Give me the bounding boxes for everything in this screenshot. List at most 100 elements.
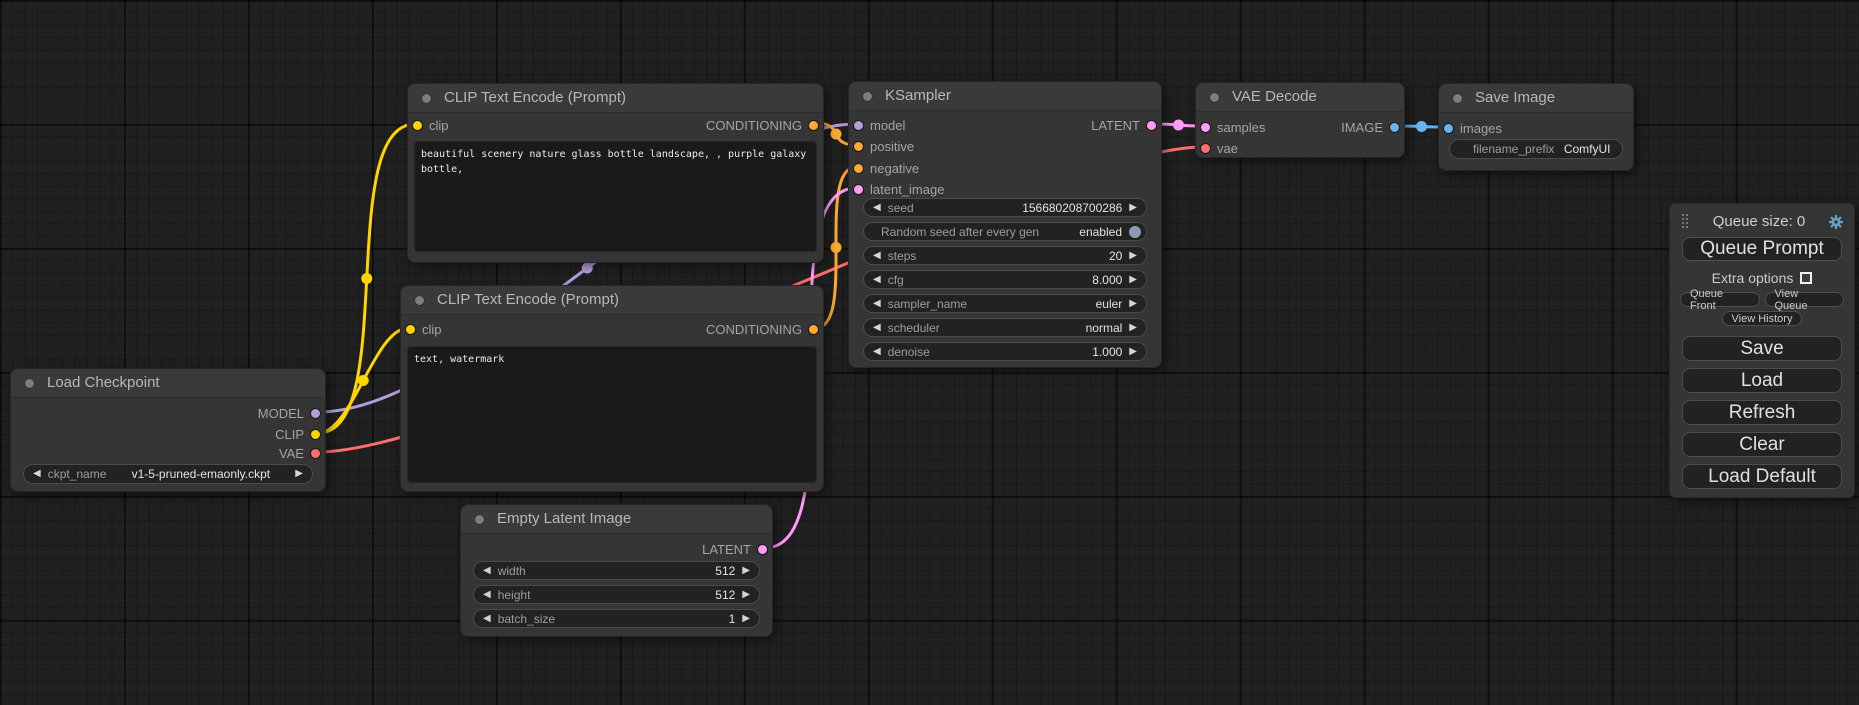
- clip-port-dot[interactable]: [405, 324, 416, 335]
- conditioning-port-dot[interactable]: [853, 163, 864, 174]
- load-button[interactable]: Load: [1682, 368, 1842, 393]
- widget-denoise[interactable]: ◀ denoise 1.000 ▶: [863, 342, 1147, 361]
- node-clip-text-encode-positive[interactable]: CLIP Text Encode (Prompt) clip CONDITION…: [407, 83, 824, 263]
- port-label: images: [1460, 121, 1502, 136]
- decrement-arrow-icon[interactable]: ◀: [873, 299, 881, 309]
- node-empty-latent-image[interactable]: Empty Latent Image LATENT ◀ width 512 ▶ …: [460, 504, 773, 637]
- vae-port-dot[interactable]: [310, 448, 321, 459]
- input-port-model[interactable]: model: [853, 117, 905, 133]
- widget-height[interactable]: ◀ height 512 ▶: [473, 585, 760, 604]
- image-port-dot[interactable]: [1389, 122, 1400, 133]
- widget-steps[interactable]: ◀ steps 20 ▶: [863, 246, 1147, 265]
- queue-menu-panel: Queue size: 0 Queue Prompt Extra options…: [1669, 203, 1855, 498]
- input-port-samples[interactable]: samples: [1200, 119, 1265, 135]
- increment-arrow-icon[interactable]: ▶: [1129, 299, 1137, 309]
- clip-port-dot[interactable]: [310, 429, 321, 440]
- decrement-arrow-icon[interactable]: ◀: [483, 590, 491, 600]
- clear-button[interactable]: Clear: [1682, 432, 1842, 457]
- widget-sampler-name[interactable]: ◀ sampler_name euler ▶: [863, 294, 1147, 313]
- input-port-positive[interactable]: positive: [853, 138, 914, 154]
- output-port-conditioning[interactable]: CONDITIONING: [706, 321, 819, 337]
- decrement-arrow-icon[interactable]: ◀: [873, 347, 881, 357]
- output-port-vae[interactable]: VAE: [279, 445, 321, 461]
- widget-filename-prefix[interactable]: filename_prefix ComfyUI: [1449, 139, 1623, 159]
- node-save-image[interactable]: Save Image images filename_prefix ComfyU…: [1438, 83, 1634, 171]
- latent-port-dot[interactable]: [853, 184, 864, 195]
- model-port-dot[interactable]: [310, 408, 321, 419]
- increment-arrow-icon[interactable]: ▶: [295, 469, 303, 479]
- queue-front-button[interactable]: Queue Front: [1680, 292, 1760, 307]
- decrement-arrow-icon[interactable]: ◀: [873, 203, 881, 213]
- prompt-textarea[interactable]: beautiful scenery nature glass bottle la…: [414, 141, 817, 252]
- collapse-dot[interactable]: [1452, 93, 1463, 104]
- view-history-button[interactable]: View History: [1722, 311, 1803, 326]
- increment-arrow-icon[interactable]: ▶: [1129, 347, 1137, 357]
- increment-arrow-icon[interactable]: ▶: [1129, 251, 1137, 261]
- increment-arrow-icon[interactable]: ▶: [742, 566, 750, 576]
- queue-prompt-button[interactable]: Queue Prompt: [1682, 237, 1842, 261]
- output-port-conditioning[interactable]: CONDITIONING: [706, 117, 819, 133]
- increment-arrow-icon[interactable]: ▶: [742, 614, 750, 624]
- widget-random-seed-toggle[interactable]: Random seed after every gen enabled: [863, 222, 1147, 241]
- latent-port-dot[interactable]: [757, 544, 768, 555]
- collapse-dot[interactable]: [862, 91, 873, 102]
- input-port-latent-image[interactable]: latent_image: [853, 181, 944, 197]
- increment-arrow-icon[interactable]: ▶: [742, 590, 750, 600]
- output-port-latent[interactable]: LATENT: [702, 541, 768, 557]
- output-port-model[interactable]: MODEL: [258, 405, 321, 421]
- node-vae-decode[interactable]: VAE Decode samples vae IMAGE: [1195, 82, 1405, 158]
- port-label: samples: [1217, 120, 1265, 135]
- input-port-images[interactable]: images: [1443, 120, 1502, 136]
- collapse-dot[interactable]: [474, 514, 485, 525]
- output-port-latent[interactable]: LATENT: [1091, 117, 1157, 133]
- node-clip-text-encode-negative[interactable]: CLIP Text Encode (Prompt) clip CONDITION…: [400, 285, 824, 492]
- widget-ckpt-name[interactable]: ◀ ckpt_name v1-5-pruned-emaonly.ckpt ▶: [23, 464, 313, 484]
- conditioning-port-dot[interactable]: [808, 120, 819, 131]
- node-ksampler[interactable]: KSampler model positive negative latent_…: [848, 81, 1162, 368]
- input-port-vae[interactable]: vae: [1200, 140, 1238, 156]
- increment-arrow-icon[interactable]: ▶: [1129, 203, 1137, 213]
- output-port-clip[interactable]: CLIP: [275, 426, 321, 442]
- increment-arrow-icon[interactable]: ▶: [1129, 275, 1137, 285]
- load-default-button[interactable]: Load Default: [1682, 464, 1842, 489]
- port-label: negative: [870, 161, 919, 176]
- conditioning-port-dot[interactable]: [808, 324, 819, 335]
- input-port-clip[interactable]: clip: [412, 117, 449, 133]
- clip-port-dot[interactable]: [412, 120, 423, 131]
- output-port-image[interactable]: IMAGE: [1341, 119, 1400, 135]
- toggle-knob[interactable]: [1129, 226, 1141, 238]
- collapse-dot[interactable]: [24, 378, 35, 389]
- image-port-dot[interactable]: [1443, 123, 1454, 134]
- widget-cfg[interactable]: ◀ cfg 8.000 ▶: [863, 270, 1147, 289]
- increment-arrow-icon[interactable]: ▶: [1129, 323, 1137, 333]
- model-port-dot[interactable]: [853, 120, 864, 131]
- drag-handle-icon[interactable]: [1682, 214, 1690, 230]
- latent-port-dot[interactable]: [1146, 120, 1157, 131]
- extra-options-checkbox[interactable]: [1800, 272, 1812, 284]
- collapse-dot[interactable]: [1209, 92, 1220, 103]
- view-queue-button[interactable]: View Queue: [1765, 292, 1845, 307]
- decrement-arrow-icon[interactable]: ◀: [483, 566, 491, 576]
- decrement-arrow-icon[interactable]: ◀: [873, 275, 881, 285]
- node-load-checkpoint[interactable]: Load Checkpoint MODEL CLIP VAE ◀ ckpt_na…: [10, 368, 326, 492]
- vae-port-dot[interactable]: [1200, 143, 1211, 154]
- latent-port-dot[interactable]: [1200, 122, 1211, 133]
- settings-gear-icon[interactable]: [1828, 214, 1844, 230]
- decrement-arrow-icon[interactable]: ◀: [873, 323, 881, 333]
- prompt-textarea[interactable]: text, watermark: [407, 346, 817, 483]
- widget-seed[interactable]: ◀ seed 156680208700286 ▶: [863, 198, 1147, 217]
- collapse-dot[interactable]: [414, 295, 425, 306]
- save-button[interactable]: Save: [1682, 336, 1842, 361]
- input-port-clip[interactable]: clip: [405, 321, 442, 337]
- refresh-button[interactable]: Refresh: [1682, 400, 1842, 425]
- widget-scheduler[interactable]: ◀ scheduler normal ▶: [863, 318, 1147, 337]
- widget-width[interactable]: ◀ width 512 ▶: [473, 561, 760, 580]
- widget-batch-size[interactable]: ◀ batch_size 1 ▶: [473, 609, 760, 628]
- input-port-negative[interactable]: negative: [853, 160, 919, 176]
- comfyui-canvas[interactable]: { "colors": { "model": "#B39DDB", "clip"…: [0, 0, 1859, 705]
- decrement-arrow-icon[interactable]: ◀: [33, 469, 41, 479]
- decrement-arrow-icon[interactable]: ◀: [483, 614, 491, 624]
- conditioning-port-dot[interactable]: [853, 141, 864, 152]
- decrement-arrow-icon[interactable]: ◀: [873, 251, 881, 261]
- collapse-dot[interactable]: [421, 93, 432, 104]
